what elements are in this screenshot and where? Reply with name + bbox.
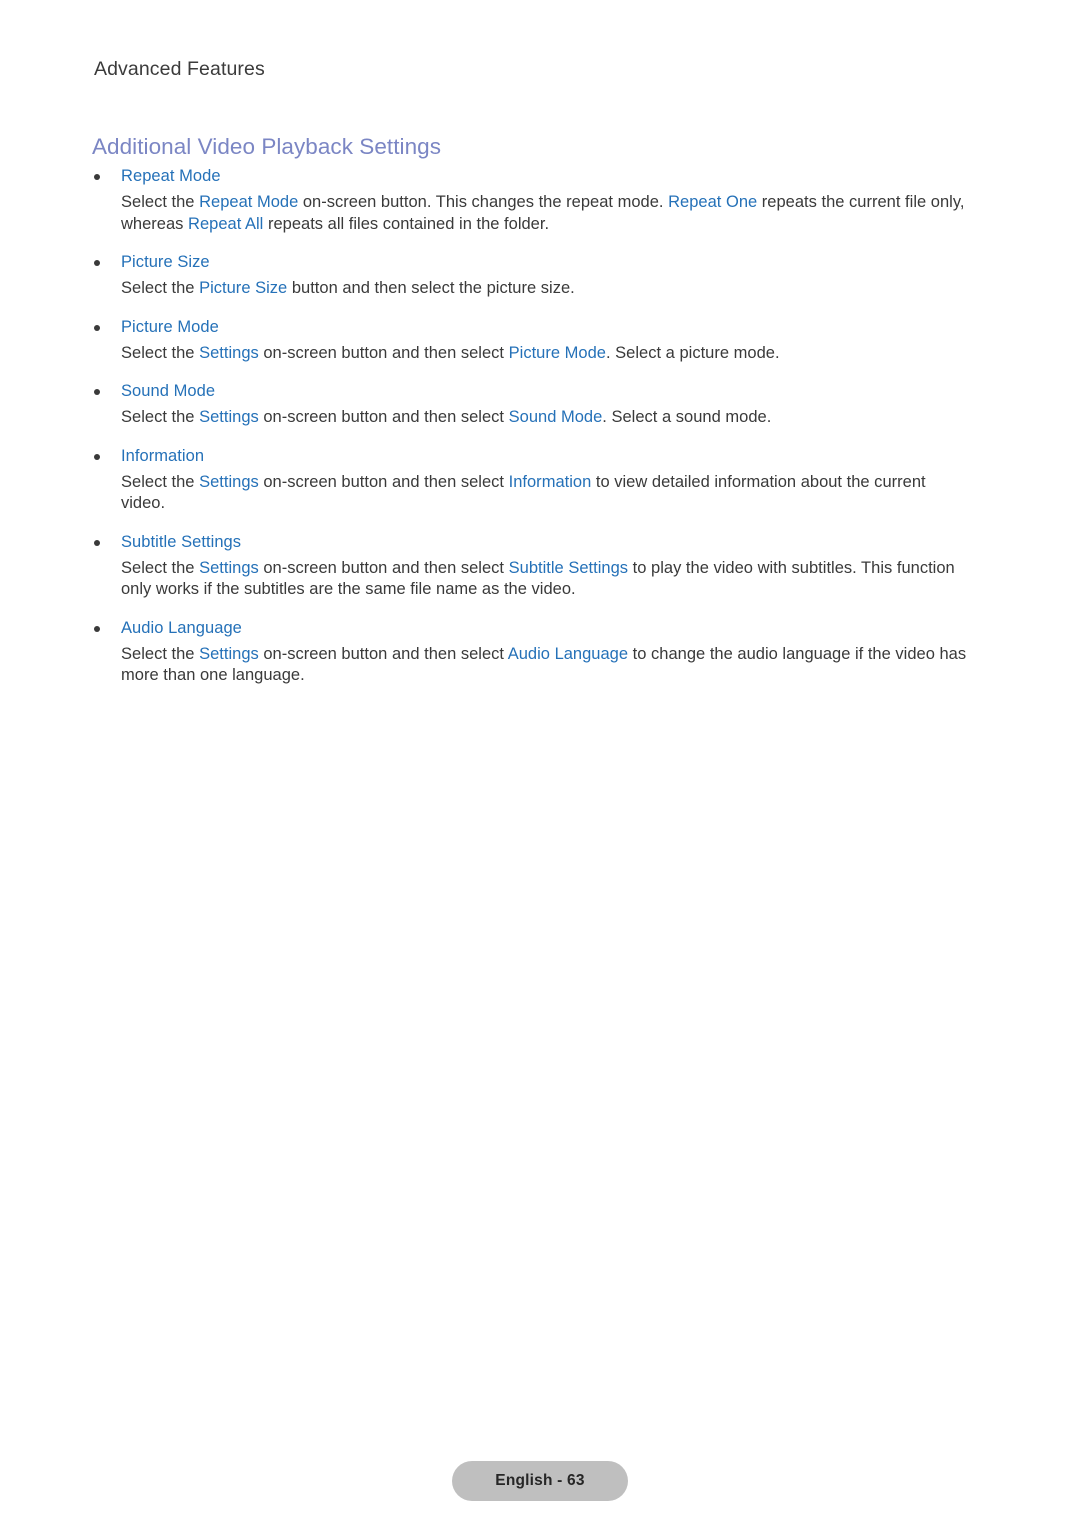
keyword-term: Settings bbox=[199, 558, 259, 577]
keyword-term: Settings bbox=[199, 644, 259, 663]
list-item-description: Select the Picture Size button and then … bbox=[121, 278, 970, 299]
keyword-term: Audio Language bbox=[507, 644, 629, 663]
body-text: . Select a sound mode. bbox=[602, 408, 772, 427]
list-item-description: Select the Repeat Mode on-screen button.… bbox=[121, 192, 970, 235]
list-item-label: Audio Language bbox=[121, 618, 242, 637]
body-text: Select the bbox=[121, 193, 200, 212]
keyword-term: Information bbox=[508, 472, 592, 491]
keyword-term: Repeat Mode bbox=[199, 193, 299, 212]
keyword-term: Repeat All bbox=[188, 214, 264, 233]
list-item-label: Picture Mode bbox=[121, 317, 219, 336]
keyword-term: Sound Mode bbox=[508, 408, 603, 427]
keyword-term: Subtitle Settings bbox=[508, 558, 629, 577]
body-text: . Select a picture mode. bbox=[605, 343, 780, 362]
list-item-description: Select the Settings on-screen button and… bbox=[121, 343, 970, 364]
settings-list: Repeat Mode Select the Repeat Mode on-scr… bbox=[0, 166, 1080, 687]
body-text: Select the bbox=[121, 279, 200, 298]
body-text: on-screen button and then select bbox=[258, 644, 508, 663]
body-text: on-screen button and then select bbox=[258, 408, 509, 427]
body-text: on-screen button and then select bbox=[258, 558, 509, 577]
body-text: Select the bbox=[121, 644, 200, 663]
keyword-term: Settings bbox=[199, 343, 259, 362]
body-text: on-screen button and then select bbox=[258, 343, 509, 362]
list-item-description: Select the Settings on-screen button and… bbox=[121, 472, 970, 515]
list-item: Picture Size Select the Picture Size butt… bbox=[0, 252, 1080, 300]
bullet-dot-icon bbox=[94, 389, 100, 396]
body-text: on-screen button. This changes the repea… bbox=[298, 193, 669, 212]
bullet-dot-icon bbox=[94, 174, 100, 180]
body-text: repeats all files contained in the folde… bbox=[263, 214, 550, 233]
bullet-dot-icon bbox=[94, 324, 100, 331]
list-item: Picture Mode Select the Settings on-scree… bbox=[0, 317, 1080, 365]
list-item: Information Select the Settings on-screen… bbox=[0, 446, 1080, 515]
list-item: Audio Language Select the Settings on-scr… bbox=[0, 618, 1080, 687]
list-item-label: Picture Size bbox=[121, 252, 210, 271]
bullet-dot-icon bbox=[94, 453, 100, 460]
body-text: Select the bbox=[121, 558, 200, 577]
list-item-label: Repeat Mode bbox=[121, 167, 221, 185]
bullet-dot-icon bbox=[94, 259, 100, 266]
list-item-label: Information bbox=[121, 446, 205, 465]
list-item-label: Subtitle Settings bbox=[121, 532, 242, 551]
bullet-dot-icon bbox=[94, 625, 100, 632]
running-head: Advanced Features bbox=[94, 58, 265, 80]
list-item: Sound Mode Select the Settings on-screen … bbox=[0, 381, 1080, 429]
page-title: Additional Video Playback Settings bbox=[92, 134, 442, 160]
bullet-dot-icon bbox=[94, 539, 100, 546]
page-number-badge: English - 63 bbox=[452, 1461, 628, 1501]
body-text: on-screen button and then select bbox=[258, 472, 509, 491]
keyword-term: Picture Size bbox=[199, 279, 288, 298]
list-item-description: Select the Settings on-screen button and… bbox=[121, 558, 970, 601]
keyword-term: Picture Mode bbox=[508, 343, 606, 362]
list-item: Repeat Mode Select the Repeat Mode on-scr… bbox=[0, 166, 1080, 235]
list-item: Subtitle Settings Select the Settings on-… bbox=[0, 532, 1080, 601]
body-text: Select the bbox=[121, 408, 200, 427]
body-text: Select the bbox=[121, 343, 200, 362]
keyword-term: Repeat One bbox=[668, 193, 758, 212]
body-text: Select the bbox=[121, 472, 200, 491]
list-item-description: Select the Settings on-screen button and… bbox=[121, 407, 970, 428]
document-page: Advanced Features Additional Video Playb… bbox=[0, 0, 1080, 1534]
list-item-description: Select the Settings on-screen button and… bbox=[121, 644, 970, 687]
body-text: button and then select the picture size. bbox=[287, 279, 575, 298]
keyword-term: Settings bbox=[199, 472, 259, 491]
keyword-term: Settings bbox=[199, 408, 259, 427]
list-item-label: Sound Mode bbox=[121, 382, 216, 401]
page-number-label: English - 63 bbox=[495, 1472, 585, 1490]
